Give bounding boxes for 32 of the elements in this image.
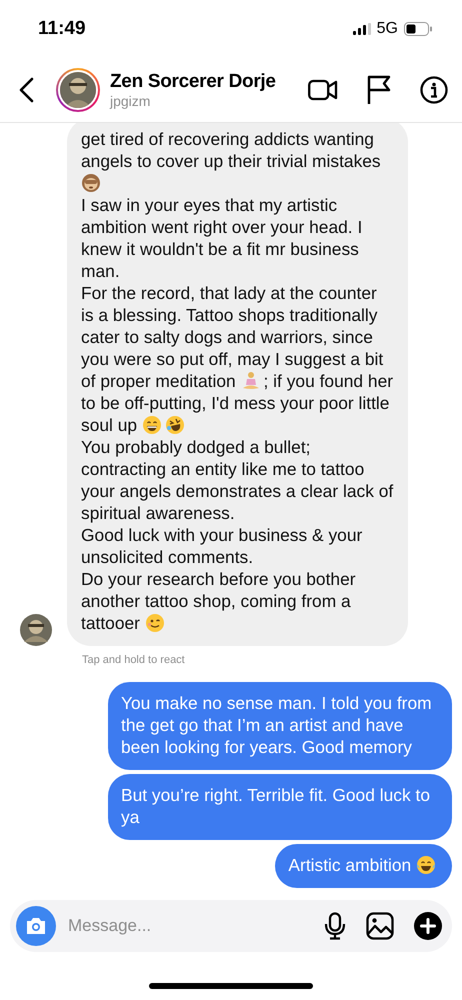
message-text: Good luck with your business & your unsolicited comments. — [81, 524, 364, 568]
microphone-icon[interactable] — [324, 912, 346, 940]
winking-face-icon — [144, 613, 165, 633]
flag-icon[interactable] — [366, 75, 392, 105]
meditating-person-icon — [240, 371, 261, 391]
contact-username: jpgizm — [110, 93, 152, 109]
add-icon[interactable] — [414, 912, 442, 940]
camera-icon — [25, 917, 47, 935]
contact-name: Zen Sorcerer Dorje — [110, 71, 277, 93]
status-time: 11:49 — [38, 18, 86, 40]
battery-icon — [404, 22, 432, 36]
message-text: But you’re right. Terrible fit. Good luck to ya — [121, 784, 431, 828]
gallery-icon[interactable] — [366, 912, 394, 940]
grinning-face-icon — [142, 415, 162, 435]
laughing-face-icon — [164, 415, 185, 435]
monkey-face-icon — [81, 173, 101, 193]
network-label: 5G — [376, 20, 398, 38]
message-text: You probably dodged a bullet; contracting an entity like me to tattoo your angels demonstrates a clear lack of spiritual awareness. — [81, 436, 394, 524]
message-text: Artistic ambition — [288, 854, 439, 876]
video-call-icon[interactable] — [308, 78, 338, 102]
message-text: You make no sense man. I told you from the get go that I’m an artist and have been looking for years. Good memory — [121, 692, 433, 758]
signal-icon — [352, 23, 371, 35]
avatar[interactable] — [58, 70, 98, 110]
message-text: For the record, that lady at the counter is a blessing. Tattoo shops traditionally cater to salty dogs and warriors, since you were so put off, may I suggest a bit of proper meditation ; if you found her to be off-putting, I'd mess your poor little soul up — [81, 282, 394, 436]
info-icon[interactable] — [420, 76, 448, 104]
camera-button[interactable] — [16, 906, 56, 946]
message-text: I saw in your eyes that my artistic ambition went right over your head. I knew it wouldn't be a fit mr business man. — [81, 194, 364, 282]
react-hint: Tap and hold to react — [82, 654, 186, 666]
laughing-tears-icon — [416, 855, 436, 875]
message-text: Do your research before you bother another tattoo shop, coming from a tattooer — [81, 568, 357, 634]
message-text: get tired of recovering addicts wanting angels to cover up their trivial mistakes — [81, 128, 394, 194]
avatar — [20, 614, 52, 646]
